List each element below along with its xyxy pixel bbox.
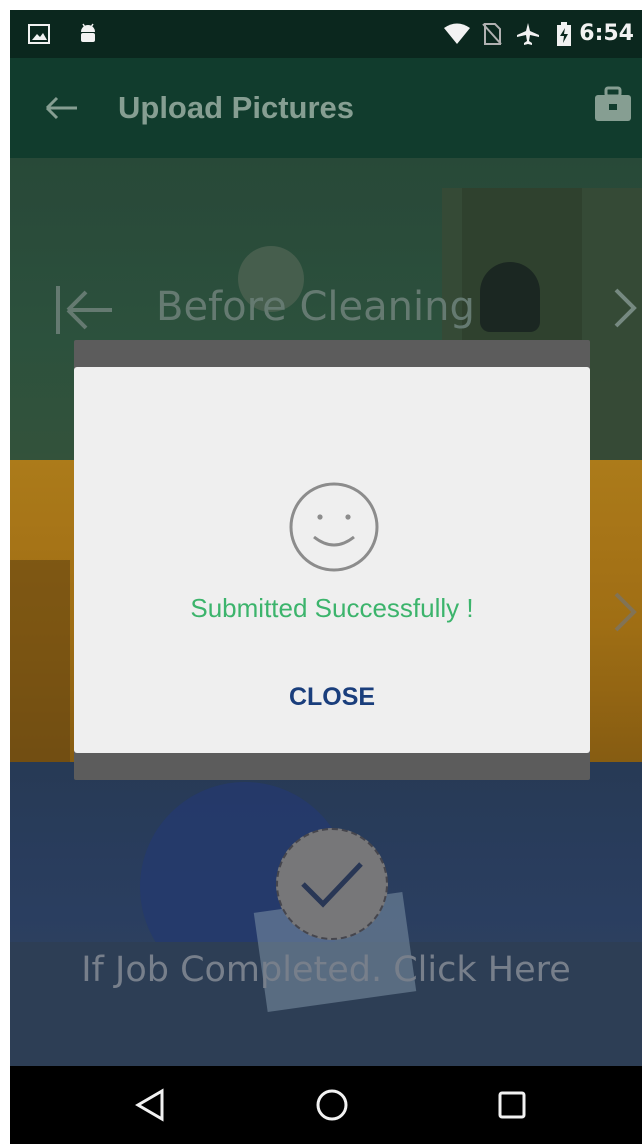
success-dialog: Submitted Successfully ! CLOSE [74, 367, 590, 753]
close-button[interactable]: CLOSE [232, 667, 432, 727]
screen: 6:54 Upload Pictures Before Cleaning If … [10, 10, 642, 1144]
dialog-message: Submitted Successfully ! [190, 593, 474, 623]
smiley-icon [289, 482, 379, 572]
